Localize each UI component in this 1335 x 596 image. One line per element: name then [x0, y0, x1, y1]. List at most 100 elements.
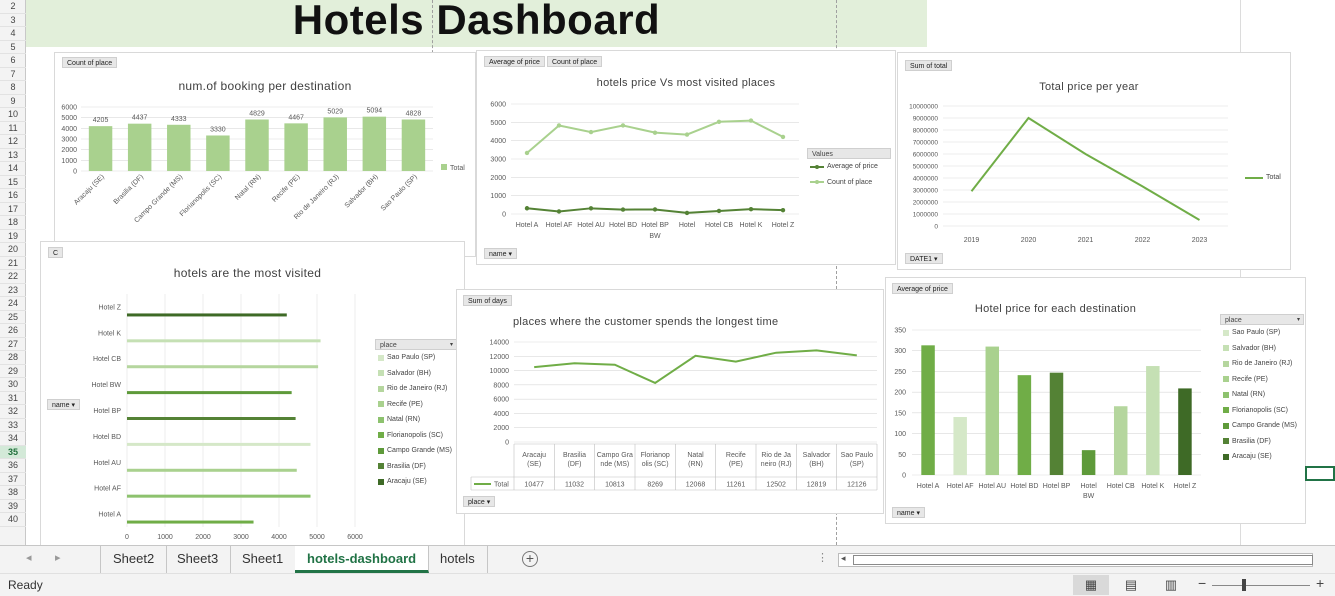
row-header[interactable]: 29 [0, 365, 26, 378]
bar [206, 135, 230, 171]
row-header[interactable]: 6 [0, 54, 26, 68]
add-sheet-icon[interactable]: + [522, 551, 538, 567]
row-header[interactable]: 18 [0, 216, 26, 230]
zoom-slider-thumb[interactable] [1242, 579, 1246, 591]
tab-hotels-dashboard[interactable]: hotels-dashboard [295, 546, 430, 573]
chart-longest-stay[interactable]: Sum of days places where the customer sp… [456, 289, 884, 514]
tab-sheet3[interactable]: Sheet3 [165, 546, 232, 573]
data-point [620, 207, 626, 212]
row-header[interactable]: 12 [0, 135, 26, 149]
chart-most-visited-hotels[interactable]: C hotels are the most visited 0 1000 2000 3… [40, 241, 465, 545]
scroll-tabs-right-icon[interactable]: ▸ [55, 551, 61, 564]
row-header[interactable]: 30 [0, 378, 26, 392]
y-tick-label: 50 [898, 452, 906, 459]
zoom-out-icon[interactable]: − [1198, 575, 1206, 591]
legend-label: Total [450, 165, 465, 172]
row-header[interactable]: 28 [0, 351, 26, 365]
legend: Values Average of price Count of place [807, 148, 891, 190]
legend-label: Florianopolis (SC) [1232, 406, 1289, 414]
row-header[interactable]: 40 [0, 513, 26, 527]
x-tick-label: Aracaju (SE) [73, 173, 106, 206]
row-header[interactable]: 26 [0, 324, 26, 338]
row-header[interactable]: 27 [0, 338, 26, 351]
x-tick-label: Hotel CB [1107, 483, 1135, 490]
page-layout-view-icon[interactable]: ▤ [1113, 575, 1149, 595]
active-cell[interactable] [1305, 466, 1335, 481]
chart-bookings-per-destination[interactable]: Count of place num.of booking per destin… [54, 52, 476, 257]
tab-splitter-icon[interactable]: ⋮ [817, 551, 828, 564]
x-tick-label: 2019 [964, 237, 980, 244]
chart-price-per-destination[interactable]: Average of price Hotel price for each de… [885, 277, 1306, 524]
row-header[interactable]: 4 [0, 27, 26, 41]
tab-sheet1[interactable]: Sheet1 [230, 546, 297, 573]
row-header[interactable]: 31 [0, 392, 26, 405]
normal-view-icon[interactable]: ▦ [1073, 575, 1109, 595]
chart-total-price-per-year[interactable]: Sum of total Total price per year 0 10000… [897, 52, 1291, 270]
data-label: 4333 [171, 116, 187, 123]
zoom-slider[interactable] [1212, 585, 1310, 586]
page-break-preview-icon[interactable]: ▥ [1153, 575, 1189, 595]
filter-button-date[interactable]: DATE1 ▾ [905, 253, 943, 264]
y-tick-label: 1000000 [913, 212, 939, 219]
row-header[interactable]: 10 [0, 108, 26, 122]
row-header[interactable]: 5 [0, 41, 26, 54]
y-tick-label: 5000000 [913, 164, 939, 171]
row-header[interactable]: 34 [0, 432, 26, 446]
filter-button-place[interactable]: place ▾ [463, 496, 496, 507]
row-header[interactable]: 17 [0, 203, 26, 216]
y-tick-label: 1000 [490, 193, 506, 200]
row-header[interactable]: 21 [0, 257, 26, 270]
legend-swatch [1223, 422, 1229, 429]
filter-button-name[interactable]: name ▾ [892, 507, 925, 518]
bar [1178, 388, 1192, 475]
data-point [620, 123, 626, 128]
row-header[interactable]: 24 [0, 297, 26, 311]
row-header[interactable]: 15 [0, 176, 26, 189]
row-header[interactable]: 16 [0, 189, 26, 203]
x-tick-label: 2022 [1135, 237, 1151, 244]
row-header[interactable]: 14 [0, 162, 26, 176]
row-header[interactable]: 22 [0, 270, 26, 284]
y-tick-label: 2000000 [913, 200, 939, 207]
table-value: 11032 [565, 482, 584, 489]
zoom-in-icon[interactable]: + [1316, 575, 1324, 591]
bar [1113, 406, 1128, 475]
tab-sheet2[interactable]: Sheet2 [100, 546, 168, 573]
scrollbar-thumb[interactable] [853, 555, 1313, 565]
row-header[interactable]: 23 [0, 284, 26, 297]
legend-swatch [378, 432, 384, 439]
row-header[interactable]: 13 [0, 149, 26, 162]
row-header[interactable]: 20 [0, 243, 26, 257]
row-header[interactable]: 35 [0, 445, 26, 459]
y-tick-label: 3000 [61, 137, 77, 144]
data-label: 4467 [288, 114, 304, 121]
horizontal-scrollbar[interactable]: ◂ [838, 553, 1313, 567]
filter-button-name[interactable]: name ▾ [484, 248, 517, 259]
legend-label: Recife (PE) [1232, 375, 1268, 383]
legend-title: place ▾ [375, 339, 457, 350]
row-header[interactable]: 32 [0, 405, 26, 419]
row-header[interactable]: 36 [0, 459, 26, 473]
y-tick-label: 8000000 [913, 128, 939, 135]
filter-button-name[interactable]: name ▾ [47, 399, 80, 410]
scroll-left-icon[interactable]: ◂ [841, 553, 846, 564]
x-tick-label: Hotel A [917, 483, 940, 490]
row-header[interactable]: 37 [0, 473, 26, 486]
table-value: 12502 [766, 482, 786, 489]
row-header[interactable]: 3 [0, 14, 26, 27]
row-header[interactable]: 8 [0, 81, 26, 95]
row-header[interactable]: 11 [0, 122, 26, 135]
row-header[interactable]: 39 [0, 500, 26, 513]
y-tick-label: 0 [502, 212, 506, 219]
row-header[interactable]: 25 [0, 311, 26, 324]
row-header[interactable]: 2 [0, 0, 26, 14]
scroll-tabs-left-icon[interactable]: ◂ [26, 551, 32, 564]
tab-hotels[interactable]: hotels [428, 546, 488, 573]
row-header[interactable]: 9 [0, 95, 26, 108]
row-header[interactable]: 33 [0, 419, 26, 432]
row-header[interactable]: 7 [0, 68, 26, 81]
chart-price-vs-visited[interactable]: Average of price Count of place hotels p… [476, 50, 896, 265]
worksheet-grid[interactable]: 2 3 4 5 6 7 8 9 10 11 12 13 14 15 16 17 18 19 20 21 22 23 24 25… [0, 0, 1335, 545]
row-header[interactable]: 38 [0, 486, 26, 500]
row-header[interactable]: 19 [0, 230, 26, 243]
